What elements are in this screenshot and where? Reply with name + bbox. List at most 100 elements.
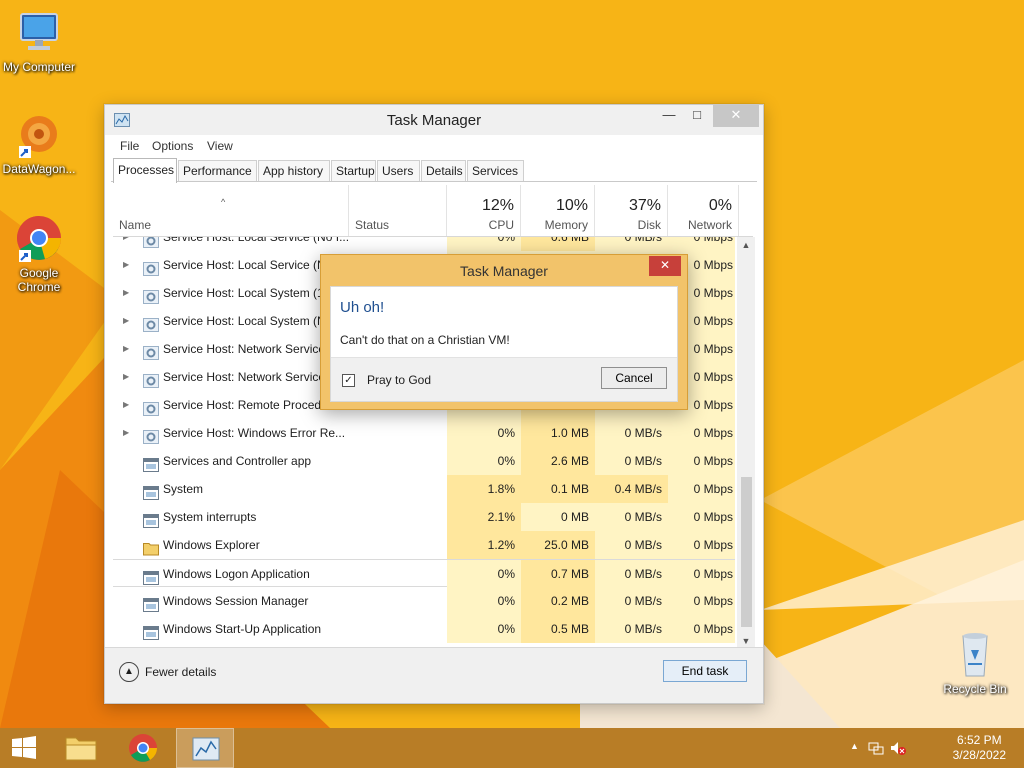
process-name: Windows Start-Up Application (163, 622, 322, 636)
desktop-icon-google-chrome[interactable]: Google Chrome (0, 214, 78, 294)
process-name: Service Host: Local System (15... (163, 286, 341, 300)
column-label: Status (355, 218, 390, 232)
expand-icon[interactable]: ▶ (123, 335, 129, 363)
column-header-cpu[interactable]: 12% CPU (447, 185, 521, 236)
gear-icon (143, 286, 159, 304)
table-row[interactable]: ▶Service Host: Local Service (No I...0%0… (113, 237, 735, 251)
process-name: Windows Explorer (163, 538, 260, 552)
menu-options[interactable]: Options (152, 139, 193, 153)
menu-file[interactable]: File (120, 139, 139, 153)
table-row[interactable]: Windows Explorer 1.2% 25.0 MB 0 MB/s 0 Mbps (113, 531, 735, 559)
tab-performance[interactable]: Performance (178, 160, 257, 182)
taskbar-task-manager[interactable] (176, 728, 234, 768)
process-name-cell: Windows Logon Application (113, 560, 447, 588)
column-header-disk[interactable]: 37% Disk (595, 185, 668, 236)
disk-cell: 0 MB/s (595, 531, 668, 559)
taskbar-chrome[interactable] (114, 728, 172, 768)
column-label: Memory (544, 218, 588, 232)
table-row[interactable]: System interrupts 2.1% 0 MB 0 MB/s 0 Mbps (113, 503, 735, 531)
table-row[interactable]: Services and Controller app 0% 2.6 MB 0 MB/… (113, 447, 735, 475)
tab-startup[interactable]: Startup (331, 160, 376, 182)
menu-view[interactable]: View (207, 139, 233, 153)
process-table-header: ^ Name Status 12% CPU 10% Memory 37% Dis… (113, 185, 753, 237)
close-button[interactable]: ✕ (713, 105, 759, 127)
column-header-status[interactable]: Status (349, 185, 447, 236)
folder-icon (143, 538, 159, 556)
taskbar: ▲ 6:52 PM 3/28/2022 (0, 728, 1024, 768)
net-cell: 0 Mbps (668, 560, 735, 588)
network-icon[interactable] (868, 740, 884, 759)
minimize-button[interactable]: — (655, 105, 683, 127)
disk-cell: 0 MB/s (595, 587, 668, 615)
menu-bar: File Options View (105, 135, 763, 157)
cancel-button[interactable]: Cancel (601, 367, 667, 389)
desktop-icon-my-computer[interactable]: My Computer (0, 8, 78, 74)
table-row[interactable]: Windows Start-Up Application 0% 0.5 MB 0 MB… (113, 615, 735, 643)
end-task-button[interactable]: End task (663, 660, 747, 682)
cpu-cell: 0% (447, 447, 521, 475)
tab-services[interactable]: Services (467, 160, 524, 182)
column-header-memory[interactable]: 10% Memory (521, 185, 595, 236)
desktop-icon-label: My Computer (2, 60, 76, 74)
volume-muted-icon[interactable] (890, 740, 906, 759)
fewer-details-link[interactable]: ▲ Fewer details (119, 662, 216, 682)
tab-users[interactable]: Users (377, 160, 420, 182)
mem-cell: 0.5 MB (521, 615, 595, 643)
gear-icon (143, 342, 159, 360)
disk-cell: 0 MB/s (595, 615, 668, 643)
expand-icon[interactable]: ▶ (123, 307, 129, 335)
clock[interactable]: 6:52 PM 3/28/2022 (953, 733, 1006, 763)
checkmark-icon[interactable]: ✓ (342, 373, 355, 387)
maximize-button[interactable]: □ (683, 105, 711, 127)
cpu-cell: 0% (447, 560, 521, 588)
scroll-up-icon[interactable]: ▲ (737, 237, 755, 253)
column-header-network[interactable]: 0% Network (668, 185, 739, 236)
checkbox-label: Pray to God (367, 373, 432, 387)
disk-cell: 0 MB/s (595, 447, 668, 475)
error-dialog: Task Manager ✕ Uh oh! Can't do that on a… (320, 254, 688, 410)
column-header-name[interactable]: ^ Name (113, 185, 349, 236)
table-row[interactable]: System 1.8% 0.1 MB 0.4 MB/s 0 Mbps (113, 475, 735, 503)
disk-total: 37% (628, 197, 661, 214)
cpu-cell: 2.1% (447, 503, 521, 531)
system-tray: ▲ 6:52 PM 3/28/2022 (844, 728, 1024, 768)
table-row[interactable]: Windows Session Manager 0% 0.2 MB 0 MB/s 0 M… (113, 587, 735, 615)
taskbar-file-explorer[interactable] (52, 728, 110, 768)
dialog-close-button[interactable]: ✕ (649, 256, 681, 276)
dialog-title: Task Manager (460, 263, 548, 279)
net-cell: 0 Mbps (668, 503, 735, 531)
expand-icon[interactable]: ▶ (123, 251, 129, 279)
expand-icon[interactable]: ▶ (123, 279, 129, 307)
dialog-body: Uh oh! Can't do that on a Christian VM! … (330, 286, 678, 402)
scroll-thumb[interactable] (741, 477, 752, 627)
tab-details[interactable]: Details (421, 160, 466, 182)
tab-app-history[interactable]: App history (258, 160, 330, 182)
cpu-cell: 0% (447, 419, 521, 447)
title-bar[interactable]: Task Manager — □ ✕ (105, 105, 763, 135)
mem-cell: 25.0 MB (521, 531, 595, 559)
window-icon (143, 482, 159, 500)
tab-processes[interactable]: Processes (113, 158, 177, 183)
desktop-icon-label: Google Chrome (17, 266, 61, 294)
gear-icon (143, 314, 159, 332)
desktop-icon-datawagon[interactable]: DataWagon... (0, 110, 78, 176)
expand-icon[interactable]: ▶ (123, 237, 129, 251)
show-hidden-icons-icon[interactable]: ▲ (850, 741, 859, 751)
table-row[interactable]: Windows Logon Application 0% 0.7 MB 0 MB/s 0… (113, 559, 735, 588)
start-button[interactable] (0, 728, 48, 768)
cpu-cell: 0% (447, 237, 521, 251)
mem-cell: 0.7 MB (521, 560, 595, 588)
table-row[interactable]: ▶ Service Host: Windows Error Re... 0% 1.0 … (113, 419, 735, 447)
desktop-icon-label: Recycle Bin (943, 682, 1007, 696)
expand-icon[interactable]: ▶ (123, 363, 129, 391)
desktop-icon-label: DataWagon... (2, 162, 76, 176)
expand-icon[interactable]: ▶ (123, 419, 129, 447)
desktop-icon-recycle-bin[interactable]: Recycle Bin (936, 630, 1014, 696)
process-name-cell: ▶ Service Host: Local Service (No I... (113, 237, 447, 251)
pray-to-god-checkbox[interactable]: ✓ Pray to God (342, 373, 431, 387)
tab-divider (111, 181, 757, 182)
cpu-cell: 0% (447, 587, 521, 615)
process-name-cell: System (113, 475, 447, 503)
vertical-scrollbar[interactable]: ▲ ▼ (737, 237, 755, 649)
expand-icon[interactable]: ▶ (123, 391, 129, 419)
